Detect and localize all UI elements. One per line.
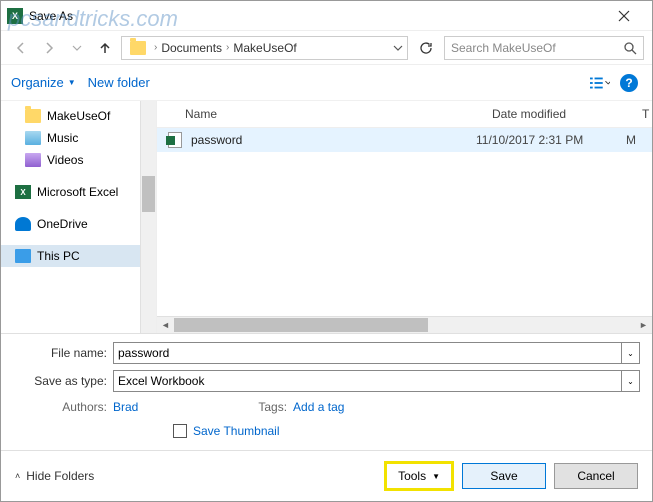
column-name[interactable]: Name bbox=[157, 101, 482, 127]
navigation-tree[interactable]: MakeUseOf Music Videos XMicrosoft Excel … bbox=[1, 101, 156, 333]
onedrive-icon bbox=[15, 217, 31, 231]
file-rows[interactable]: password 11/10/2017 2:31 PM M bbox=[157, 128, 652, 316]
nav-recent-button[interactable] bbox=[65, 36, 89, 60]
window-title: Save As bbox=[29, 9, 73, 23]
horizontal-scrollbar[interactable]: ◄ ► bbox=[157, 316, 652, 333]
arrow-up-icon bbox=[97, 40, 113, 56]
column-date[interactable]: Date modified bbox=[482, 101, 632, 127]
pc-icon bbox=[15, 249, 31, 263]
save-as-dialog: X Save As › Documents › MakeUseOf Search… bbox=[0, 0, 653, 502]
hide-folders-button[interactable]: ˄Hide Folders bbox=[15, 469, 94, 483]
search-placeholder: Search MakeUseOf bbox=[451, 41, 556, 55]
authors-label: Authors: bbox=[13, 400, 113, 414]
breadcrumb-documents[interactable]: Documents bbox=[161, 41, 222, 55]
main-area: MakeUseOf Music Videos XMicrosoft Excel … bbox=[1, 101, 652, 333]
organize-menu[interactable]: Organize▼ bbox=[11, 75, 76, 90]
chevron-down-icon bbox=[393, 43, 403, 53]
folder-icon bbox=[25, 109, 41, 123]
chevron-down-icon: ˄ bbox=[15, 471, 20, 481]
breadcrumb-bar[interactable]: › Documents › MakeUseOf bbox=[121, 36, 408, 60]
scrollbar-thumb[interactable] bbox=[142, 176, 155, 212]
close-button[interactable] bbox=[601, 1, 646, 30]
scroll-left-button[interactable]: ◄ bbox=[157, 317, 174, 334]
save-type-label: Save as type: bbox=[13, 374, 113, 388]
new-folder-button[interactable]: New folder bbox=[88, 75, 150, 90]
save-form: File name: ⌄ Save as type: ⌄ Authors: Br… bbox=[1, 333, 652, 450]
file-name-input[interactable] bbox=[113, 342, 622, 364]
file-list-header: Name Date modified T bbox=[157, 101, 652, 128]
file-list-pane: Name Date modified T password 11/10/2017… bbox=[156, 101, 652, 333]
nav-back-button[interactable] bbox=[9, 36, 33, 60]
close-icon bbox=[618, 10, 630, 22]
chevron-down-icon: ▼ bbox=[432, 472, 440, 481]
save-thumbnail-label: Save Thumbnail bbox=[193, 424, 280, 438]
tree-item-videos[interactable]: Videos bbox=[1, 149, 140, 171]
nav-forward-button[interactable] bbox=[37, 36, 61, 60]
search-input[interactable]: Search MakeUseOf bbox=[444, 36, 644, 60]
file-row[interactable]: password 11/10/2017 2:31 PM M bbox=[157, 128, 652, 152]
tags-value[interactable]: Add a tag bbox=[293, 400, 344, 414]
authors-value[interactable]: Brad bbox=[113, 400, 138, 414]
refresh-icon bbox=[419, 41, 433, 55]
breadcrumb-dropdown[interactable] bbox=[393, 43, 403, 53]
tree-item-makeuseof[interactable]: MakeUseOf bbox=[1, 105, 140, 127]
excel-app-icon: X bbox=[7, 8, 23, 24]
tree-item-onedrive[interactable]: OneDrive bbox=[1, 213, 140, 235]
excel-icon: X bbox=[15, 185, 31, 199]
search-icon bbox=[623, 41, 637, 55]
file-name: password bbox=[191, 133, 476, 147]
file-date: 11/10/2017 2:31 PM bbox=[476, 133, 626, 147]
navigation-bar: › Documents › MakeUseOf Search MakeUseOf bbox=[1, 31, 652, 65]
tree-item-thispc[interactable]: This PC bbox=[1, 245, 140, 267]
file-type: M bbox=[626, 133, 642, 147]
videos-icon bbox=[25, 153, 41, 167]
refresh-button[interactable] bbox=[412, 36, 440, 60]
scrollbar-thumb[interactable] bbox=[174, 318, 428, 332]
save-thumbnail-checkbox[interactable] bbox=[173, 424, 187, 438]
breadcrumb-makeuseof[interactable]: MakeUseOf bbox=[233, 41, 296, 55]
file-name-label: File name: bbox=[13, 346, 113, 360]
tools-menu-button[interactable]: Tools▼ bbox=[387, 464, 451, 488]
arrow-left-icon bbox=[13, 40, 29, 56]
file-name-dropdown[interactable]: ⌄ bbox=[622, 342, 640, 364]
nav-up-button[interactable] bbox=[93, 36, 117, 60]
folder-icon bbox=[130, 41, 146, 55]
music-icon bbox=[25, 131, 41, 145]
view-options-button[interactable] bbox=[590, 73, 610, 93]
tags-label: Tags: bbox=[258, 400, 293, 414]
chevron-down-icon bbox=[72, 43, 82, 53]
save-type-dropdown[interactable]: ⌄ bbox=[622, 370, 640, 392]
tree-item-music[interactable]: Music bbox=[1, 127, 140, 149]
chevron-down-icon: ▼ bbox=[68, 78, 76, 87]
tree-scrollbar[interactable] bbox=[140, 101, 156, 333]
view-icon bbox=[590, 76, 610, 90]
help-button[interactable]: ? bbox=[620, 74, 638, 92]
breadcrumb-separator: › bbox=[226, 42, 229, 53]
toolbar: Organize▼ New folder ? bbox=[1, 65, 652, 101]
arrow-right-icon bbox=[41, 40, 57, 56]
column-type[interactable]: T bbox=[632, 101, 652, 127]
save-button[interactable]: Save bbox=[462, 463, 546, 489]
save-type-input[interactable] bbox=[113, 370, 622, 392]
excel-file-icon bbox=[167, 132, 183, 148]
breadcrumb-separator: › bbox=[154, 42, 157, 53]
scroll-right-button[interactable]: ► bbox=[635, 317, 652, 334]
titlebar: X Save As bbox=[1, 1, 652, 31]
cancel-button[interactable]: Cancel bbox=[554, 463, 638, 489]
tree-item-excel[interactable]: XMicrosoft Excel bbox=[1, 181, 140, 203]
dialog-footer: ˄Hide Folders Tools▼ Save Cancel bbox=[1, 450, 652, 501]
